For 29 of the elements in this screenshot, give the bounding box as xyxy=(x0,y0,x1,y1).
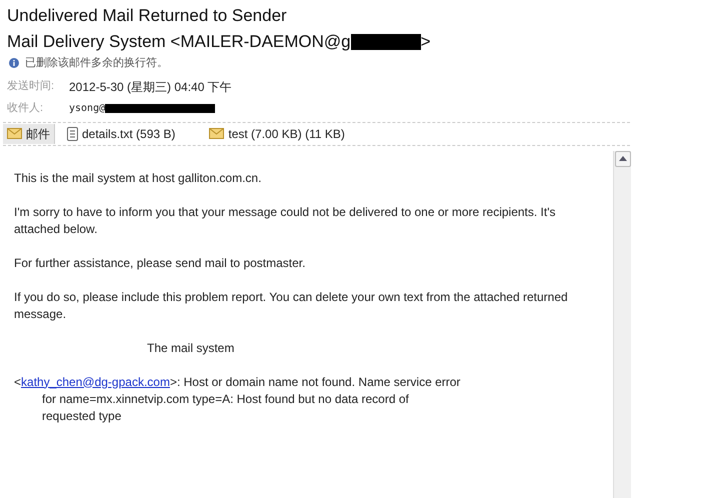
redaction-bar xyxy=(350,34,421,50)
info-icon xyxy=(9,58,19,68)
document-icon xyxy=(67,126,78,140)
scrollbar[interactable] xyxy=(613,150,631,498)
attachment-tab[interactable]: details.txt (593 B) xyxy=(63,124,180,144)
field-value: ysong@ xyxy=(69,102,106,116)
error-text: requested type xyxy=(41,408,122,424)
body-paragraph: I'm sorry to have to inform you that your message could not be delivered to one or more recipients. It's attached below. xyxy=(14,204,557,238)
error-text: >: Host or domain name not found. Name service error xyxy=(170,374,460,390)
attachment-tab[interactable]: test (7.00 KB) (11 KB) xyxy=(205,124,349,144)
envelope-icon xyxy=(7,128,22,139)
notice-text: 已删除该邮件多余的换行符。 xyxy=(25,56,168,71)
field-label: 收件人: xyxy=(7,101,44,116)
up-arrow-icon xyxy=(618,156,626,161)
envelope-icon xyxy=(209,128,224,139)
body-paragraph: This is the mail system at host galliton.com.cn. xyxy=(14,170,262,186)
field-label: 发送时间: xyxy=(7,79,56,94)
body-paragraph: If you do so, please include this problem report. You can delete your own text from the attached returned message. xyxy=(14,288,569,322)
signature-text: The mail system xyxy=(146,340,236,356)
error-text: for name=mx.xinnetvip.com type=A: Host found but no data record of xyxy=(41,390,410,408)
field-value: 2012-5-30 (星期三) 04:40 下午 xyxy=(69,78,232,96)
attachment-tab[interactable]: 邮件 xyxy=(3,124,55,144)
scroll-up-button[interactable] xyxy=(614,150,630,166)
body-paragraph: For further assistance, please send mail to postmaster. xyxy=(14,254,306,272)
email-subject: Undelivered Mail Returned to Sender xyxy=(7,5,288,27)
sender-address-end: > xyxy=(420,31,431,53)
sender-address: Mail Delivery System <MAILER-DAEMON@g xyxy=(7,31,351,53)
email-link[interactable]: kathy_chen@dg-gpack.com xyxy=(21,374,170,390)
bracket-text: < xyxy=(14,374,22,390)
